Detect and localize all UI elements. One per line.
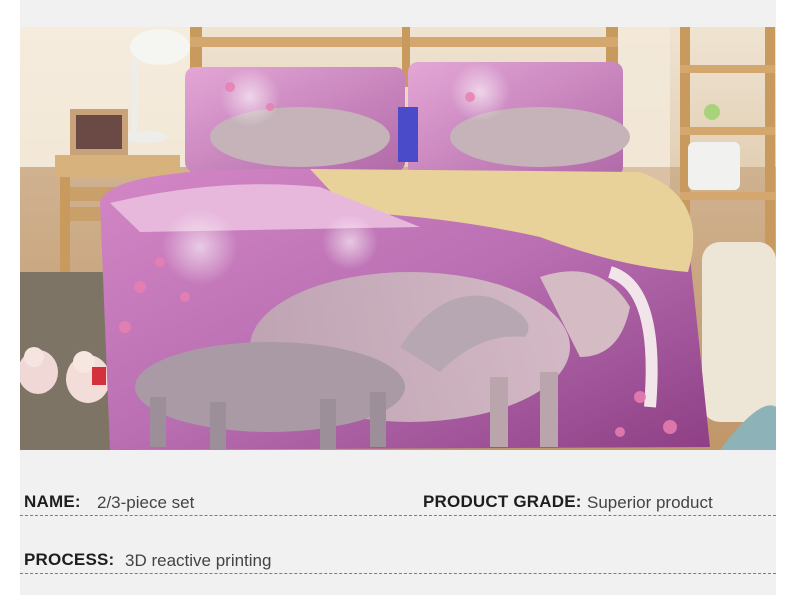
spec-row-name-grade: NAME: 2/3-piece set PRODUCT GRADE: Super…: [20, 476, 776, 516]
process-label: PROCESS:: [24, 550, 115, 569]
spec-panel: NAME: 2/3-piece set PRODUCT GRADE: Super…: [20, 450, 776, 595]
spec-row-process: PROCESS: 3D reactive printing: [20, 534, 776, 574]
picture-frame: [70, 109, 128, 155]
divider: [20, 573, 776, 574]
sofa: [702, 242, 776, 450]
product-grade-label: PRODUCT GRADE:: [423, 492, 582, 511]
process-value: 3D reactive printing: [125, 551, 272, 570]
product-grade-value: Superior product: [587, 493, 713, 512]
top-bar: [20, 0, 776, 27]
divider: [20, 515, 776, 516]
bedding-illustration: [20, 27, 776, 450]
product-photo: [20, 27, 776, 450]
name-label: NAME:: [24, 492, 81, 511]
name-value: 2/3-piece set: [97, 493, 195, 512]
